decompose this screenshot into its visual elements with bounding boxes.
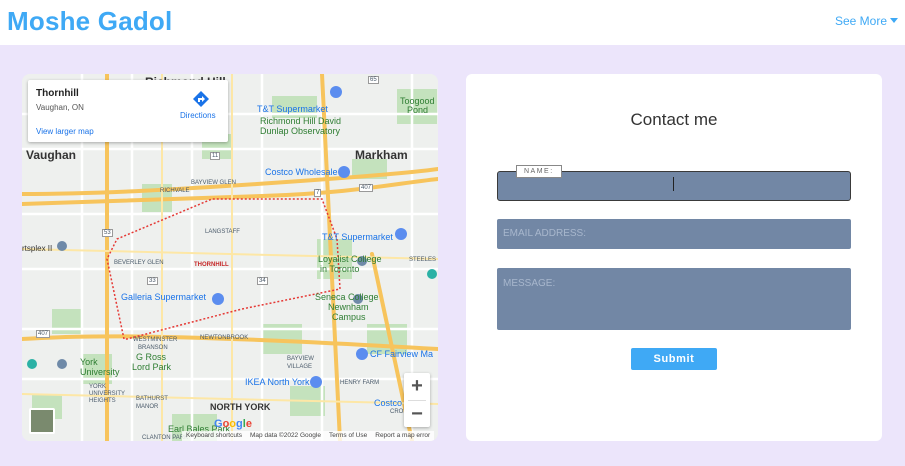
map-label-ikea: IKEA North York bbox=[245, 377, 310, 387]
place-info-card: Thornhill Vaughan, ON View larger map Di… bbox=[28, 80, 228, 142]
place-title: Thornhill bbox=[36, 88, 79, 99]
map-label-branson: BRANSON bbox=[138, 345, 168, 351]
map-label-vaughan: Vaughan bbox=[26, 148, 77, 162]
satellite-toggle-thumbnail[interactable] bbox=[29, 408, 55, 434]
email-field[interactable]: EMAIL ADDRESS: bbox=[497, 219, 851, 249]
map-attribution-bar: Keyboard shortcuts Map data ©2022 Google… bbox=[182, 431, 435, 441]
highway-shield: 34 bbox=[257, 277, 268, 285]
message-placeholder: MESSAGE: bbox=[503, 278, 556, 289]
google-logo-letter: G bbox=[214, 418, 223, 430]
map-label-newtonbrook: NEWTONBROOK bbox=[200, 335, 249, 341]
map-label-in-toronto: in Toronto bbox=[320, 264, 360, 274]
terms-of-use-link[interactable]: Terms of Use bbox=[329, 432, 367, 440]
email-placeholder: EMAIL ADDRESS: bbox=[503, 228, 586, 239]
map-label-richmond-hill-david: Richmond Hill David bbox=[260, 116, 342, 126]
highway-shield: 407 bbox=[359, 184, 374, 192]
see-more-label: See More bbox=[834, 14, 887, 28]
map-label-seneca: Seneca College bbox=[315, 292, 379, 302]
see-more-dropdown[interactable]: See More bbox=[835, 14, 898, 28]
google-logo-letter: e bbox=[245, 418, 252, 430]
map-label-north-york: NORTH YORK bbox=[210, 402, 271, 412]
map-label-beverley-glen: BEVERLEY GLEN bbox=[114, 260, 164, 266]
google-logo: Google bbox=[214, 418, 252, 430]
google-logo-letter: g bbox=[236, 418, 243, 430]
highway-shield: 65 bbox=[368, 76, 379, 84]
zoom-controls: + − bbox=[404, 373, 430, 427]
map-label-dunlap: Dunlap Observatory bbox=[260, 126, 341, 136]
zoom-out-button[interactable]: − bbox=[404, 401, 430, 428]
caret-down-icon bbox=[890, 18, 898, 23]
map-label-bayview-glen: BAYVIEW GLEN bbox=[191, 180, 236, 186]
map-label-cf-fairview: CF Fairview Ma bbox=[370, 349, 434, 359]
report-map-error-link[interactable]: Report a map error bbox=[375, 432, 430, 440]
highway-shield: 53 bbox=[102, 229, 113, 237]
navbar: Moshe Gadol See More bbox=[0, 0, 905, 45]
map-label-pond: Pond bbox=[407, 105, 429, 115]
map-label-henry-farm: HENRY FARM bbox=[340, 380, 380, 386]
map-label-marksplex: rtsplex II bbox=[22, 244, 53, 253]
submit-button[interactable]: Submit bbox=[631, 348, 717, 370]
keyboard-shortcuts-link[interactable]: Keyboard shortcuts bbox=[186, 432, 242, 440]
map-label-york-univ-heights: YORK UNIVERSITY HEIGHTS bbox=[89, 384, 126, 404]
map-label-tt-supermarket-1: T&T Supermarket bbox=[257, 104, 328, 114]
zoom-in-button[interactable]: + bbox=[404, 373, 430, 400]
text-cursor bbox=[673, 177, 674, 191]
map-data-text: Map data ©2022 Google bbox=[250, 432, 321, 439]
map-label-steeles: STEELES bbox=[409, 257, 437, 263]
map-label-markham: Markham bbox=[355, 148, 408, 162]
map-label-costco-wholesale: Costco Wholesale bbox=[265, 167, 338, 177]
map-label-galleria: Galleria Supermarket bbox=[121, 292, 207, 302]
message-field[interactable]: MESSAGE: bbox=[497, 268, 851, 330]
brand-title[interactable]: Moshe Gadol bbox=[7, 6, 172, 37]
map-label-westminster: WESTMINSTER bbox=[133, 337, 178, 343]
view-larger-map-link[interactable]: View larger map bbox=[36, 127, 94, 136]
highway-shield: 407 bbox=[36, 330, 51, 338]
map-label-costco: Costco bbox=[374, 398, 403, 408]
google-map[interactable]: Richmond Hill Vaughan Markham T&T Superm… bbox=[22, 74, 438, 441]
map-label-tt-supermarket-2: T&T Supermarket bbox=[322, 232, 393, 242]
map-label-loyalist: Loyalist College bbox=[318, 254, 382, 264]
map-label-newnham: Newnham bbox=[328, 302, 369, 312]
directions-icon[interactable] bbox=[192, 90, 210, 108]
contact-card: Contact me NAME: EMAIL ADDRESS: MESSAGE:… bbox=[466, 74, 882, 441]
name-label: NAME: bbox=[516, 165, 562, 178]
map-label-york-university: York University bbox=[80, 357, 120, 377]
highway-shield: 11 bbox=[210, 152, 221, 160]
directions-link[interactable]: Directions bbox=[180, 111, 216, 120]
map-label-bathurst-manor: BATHURST MANOR bbox=[136, 396, 168, 410]
highway-shield: 7 bbox=[314, 189, 322, 197]
map-label-lord-park: Lord Park bbox=[132, 362, 172, 372]
map-label-g-ross: G Ross bbox=[136, 352, 167, 362]
map-label-bayview-village: BAYVIEW VILLAGE bbox=[287, 356, 314, 370]
contact-title: Contact me bbox=[630, 110, 718, 129]
map-label-thornhill: THORNHILL bbox=[194, 262, 229, 268]
place-subtitle: Vaughan, ON bbox=[36, 103, 84, 112]
map-label-richvale: RICHVALE bbox=[160, 188, 190, 194]
map-label-campus: Campus bbox=[332, 312, 366, 322]
highway-shield: 33 bbox=[147, 277, 158, 285]
map-label-langstaff: LANGSTAFF bbox=[205, 229, 240, 235]
